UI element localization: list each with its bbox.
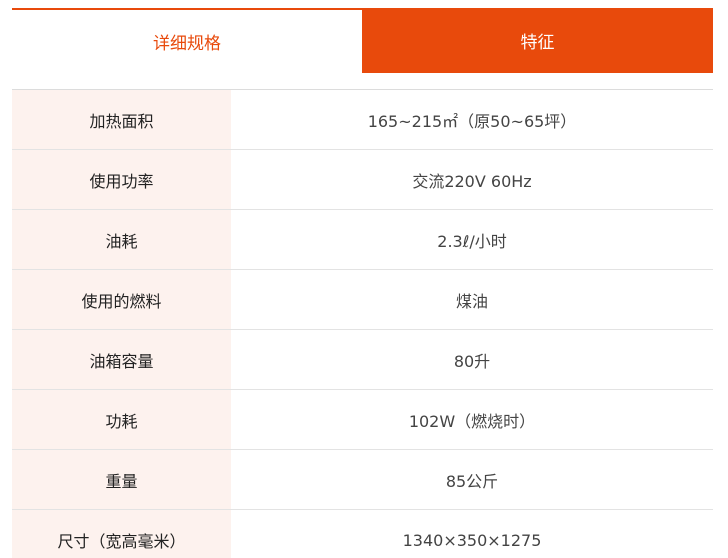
- spec-row-fuel-type: 使用的燃料 煤油: [12, 270, 713, 330]
- spec-value: 煤油: [455, 291, 488, 311]
- spec-label: 重量: [12, 450, 231, 509]
- spec-label: 加热面积: [12, 90, 231, 149]
- spec-value: 80升: [453, 351, 491, 371]
- spec-value: 交流220V 60Hz: [412, 171, 532, 191]
- tab-features[interactable]: 特征: [362, 8, 713, 73]
- spec-label: 油箱容量: [12, 330, 231, 389]
- spec-label: 使用的燃料: [12, 270, 231, 329]
- spec-value: 2.3ℓ/小时: [437, 231, 507, 251]
- tab-bar: 详细规格 特征: [12, 8, 713, 73]
- spec-label: 使用功率: [12, 150, 231, 209]
- spec-label: 尺寸（宽高毫米）: [12, 510, 231, 558]
- tab-detailed-specs[interactable]: 详细规格: [12, 8, 362, 73]
- spec-label: 油耗: [12, 210, 231, 269]
- spec-row-dimensions: 尺寸（宽高毫米） 1340×350×1275: [12, 510, 713, 558]
- spec-row-heating-area: 加热面积 165~215㎡（原50~65坪）: [12, 90, 713, 150]
- spec-row-weight: 重量 85公斤: [12, 450, 713, 510]
- spec-value: 85公斤: [445, 471, 499, 491]
- spec-table: 加热面积 165~215㎡（原50~65坪） 使用功率 交流220V 60Hz …: [12, 89, 713, 558]
- spec-row-fuel-consumption: 油耗 2.3ℓ/小时: [12, 210, 713, 270]
- spec-value: 1340×350×1275: [402, 530, 542, 550]
- spec-row-power-consumption: 功耗 102W（燃烧时）: [12, 390, 713, 450]
- spec-row-power-supply: 使用功率 交流220V 60Hz: [12, 150, 713, 210]
- spec-label: 功耗: [12, 390, 231, 449]
- spec-row-tank-capacity: 油箱容量 80升: [12, 330, 713, 390]
- spec-value: 102W（燃烧时）: [408, 411, 536, 431]
- spec-value: 165~215㎡（原50~65坪）: [367, 111, 577, 131]
